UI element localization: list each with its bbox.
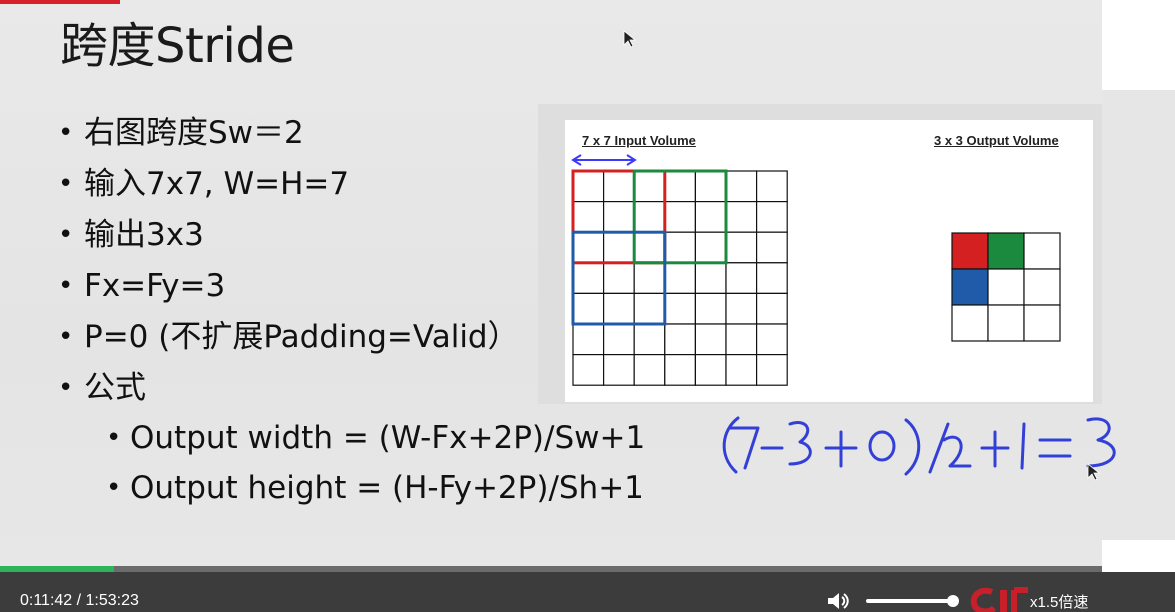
input-cell xyxy=(572,262,605,294)
progress-played xyxy=(0,566,114,572)
playback-speed-button[interactable]: x1.5倍速 xyxy=(1030,591,1088,612)
input-cell xyxy=(664,170,696,203)
input-cell xyxy=(664,323,696,356)
input-cell xyxy=(755,354,788,386)
output-cell xyxy=(1023,304,1061,342)
input-cell xyxy=(572,292,605,325)
cursor-icon xyxy=(623,30,637,48)
input-cell xyxy=(633,354,666,386)
input-cell xyxy=(633,201,666,233)
hw-paren-close xyxy=(904,418,921,476)
input-cell xyxy=(664,292,696,325)
input-cell xyxy=(572,323,605,356)
input-cell xyxy=(602,262,635,294)
input-cell xyxy=(725,262,758,294)
output-cell xyxy=(951,268,989,306)
hw-equals xyxy=(1038,438,1072,458)
mouse-cursor-top xyxy=(623,30,637,48)
input-cell xyxy=(755,292,788,325)
hw-one xyxy=(1020,422,1026,470)
hw-slash xyxy=(928,422,950,474)
input-cell xyxy=(725,323,758,356)
input-cell xyxy=(694,170,727,203)
input-cell xyxy=(725,231,758,264)
stride-diagram xyxy=(571,30,1116,481)
input-cell xyxy=(694,354,727,386)
time-display: 0:11:42 / 1:53:23 xyxy=(20,592,139,609)
input-cell xyxy=(572,201,605,233)
input-cell xyxy=(694,262,727,294)
input-cell xyxy=(602,323,635,356)
input-cell xyxy=(664,262,696,294)
input-cell xyxy=(755,231,788,264)
output-cell xyxy=(951,304,989,342)
input-cell xyxy=(633,262,666,294)
input-cell xyxy=(602,231,635,264)
output-cell xyxy=(951,232,989,270)
input-grid xyxy=(572,170,788,386)
input-cell xyxy=(602,201,635,233)
hw-three xyxy=(788,421,812,466)
input-cell xyxy=(572,354,605,386)
hw-plus xyxy=(824,430,858,468)
input-cell xyxy=(633,170,666,203)
handwritten-annotation xyxy=(722,416,1116,476)
input-cell xyxy=(755,170,788,203)
hw-paren-open xyxy=(722,416,740,474)
input-cell xyxy=(694,323,727,356)
input-cell xyxy=(572,170,605,203)
input-cell xyxy=(633,292,666,325)
input-cell xyxy=(602,170,635,203)
input-cell xyxy=(602,292,635,325)
input-cell xyxy=(755,262,788,294)
hw-zero xyxy=(868,430,896,462)
input-cell xyxy=(572,231,605,264)
speaker-icon[interactable] xyxy=(826,590,850,612)
input-cell xyxy=(664,201,696,233)
hw-two xyxy=(942,435,972,468)
input-cell xyxy=(725,201,758,233)
input-cell xyxy=(633,323,666,356)
input-cell xyxy=(725,170,758,203)
input-cell xyxy=(725,354,758,386)
progress-bar[interactable] xyxy=(0,566,1102,572)
stride-arrow xyxy=(571,154,637,166)
output-cell xyxy=(987,304,1025,342)
input-cell xyxy=(725,292,758,325)
input-cell xyxy=(694,201,727,233)
hw-plus-2 xyxy=(980,430,1010,468)
input-cell xyxy=(694,231,727,264)
hw-three-result xyxy=(1086,417,1116,468)
output-cell xyxy=(1023,268,1061,306)
input-cell xyxy=(602,354,635,386)
output-cell xyxy=(987,268,1025,306)
input-cell xyxy=(694,292,727,325)
input-cell xyxy=(664,354,696,386)
input-cell xyxy=(633,231,666,264)
output-grid xyxy=(951,232,1061,342)
output-cell xyxy=(987,232,1025,270)
volume-slider[interactable] xyxy=(866,595,960,607)
logo-icon xyxy=(970,587,1028,612)
output-cell xyxy=(1023,232,1061,270)
input-cell xyxy=(755,323,788,356)
hw-seven xyxy=(728,426,760,470)
input-cell xyxy=(755,201,788,233)
input-cell xyxy=(664,231,696,264)
